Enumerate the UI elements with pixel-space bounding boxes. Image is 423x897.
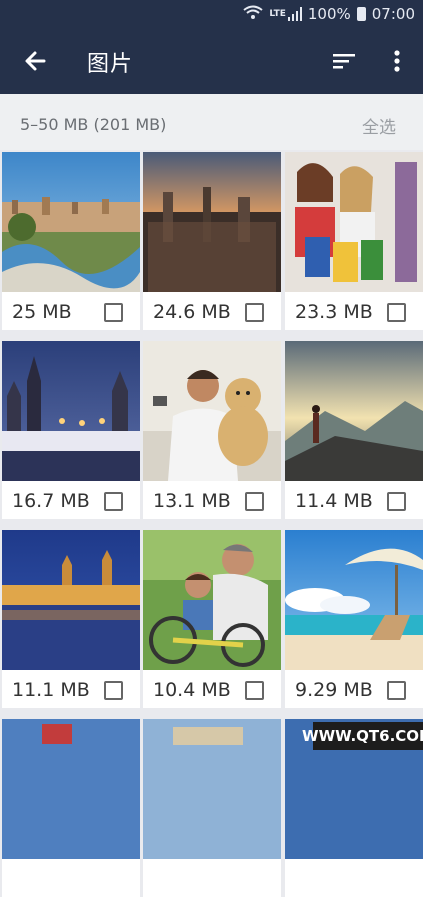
photo-size: 11.1 MB <box>12 679 90 701</box>
watermark: WWW.QT6.COM <box>302 722 423 750</box>
photo-size: 16.7 MB <box>12 490 90 512</box>
photo-tile[interactable]: 24.6 MB <box>143 152 281 330</box>
photo-tile[interactable]: 11.4 MB <box>285 341 423 519</box>
select-all-button[interactable]: 全选 <box>362 113 396 138</box>
photo-thumbnail-father-son-bike <box>143 530 281 670</box>
photo-checkbox[interactable] <box>245 303 264 322</box>
group-size-summary: 5–50 MB (201 MB) <box>20 115 167 134</box>
photo-size: 10.4 MB <box>153 679 231 701</box>
clock: 07:00 <box>371 5 415 23</box>
photo-checkbox[interactable] <box>104 303 123 322</box>
photo-checkbox[interactable] <box>387 681 406 700</box>
photo-thumbnail-partial <box>143 719 281 859</box>
more-options-button[interactable] <box>386 48 408 74</box>
photo-checkbox[interactable] <box>245 681 264 700</box>
sort-button[interactable] <box>331 48 357 74</box>
signal-icon <box>287 7 302 21</box>
more-vert-icon <box>394 50 400 72</box>
photo-size: 11.4 MB <box>295 490 373 512</box>
photo-thumbnail-man-with-dog <box>143 341 281 481</box>
photo-tile[interactable]: 9.29 MB <box>285 530 423 708</box>
wifi-icon <box>243 5 263 23</box>
photo-checkbox[interactable] <box>245 492 264 511</box>
photo-tile[interactable]: 11.1 MB <box>2 530 140 708</box>
battery-icon <box>356 7 366 21</box>
photo-grid: 25 MB 24.6 MB 23.3 MB 16.7 MB 13.1 MB 11… <box>0 150 423 897</box>
photo-checkbox[interactable] <box>387 303 406 322</box>
photo-size: 23.3 MB <box>295 301 373 323</box>
photo-thumbnail-prague-night <box>2 341 140 481</box>
photo-checkbox[interactable] <box>104 492 123 511</box>
network-type: LTE <box>269 9 286 19</box>
photo-size: 25 MB <box>12 301 72 323</box>
photo-checkbox[interactable] <box>387 492 406 511</box>
app-bar: 图片 <box>0 28 423 94</box>
status-bar: LTE 100% 07:00 <box>0 0 423 28</box>
photo-thumbnail-city-sunset <box>143 152 281 292</box>
photo-thumbnail-shopping-women <box>285 152 423 292</box>
photo-size: 13.1 MB <box>153 490 231 512</box>
photo-thumbnail-hiker-mountains <box>285 341 423 481</box>
photo-thumbnail-prague-river-night <box>2 530 140 670</box>
photo-tile[interactable] <box>143 719 281 897</box>
photo-thumbnail-partial <box>2 719 140 859</box>
photo-size: 9.29 MB <box>295 679 373 701</box>
back-arrow-icon <box>25 51 46 71</box>
photo-tile[interactable]: 10.4 MB <box>143 530 281 708</box>
photo-checkbox[interactable] <box>104 681 123 700</box>
page-title: 图片 <box>87 52 134 77</box>
photo-tile[interactable]: 23.3 MB <box>285 152 423 330</box>
back-button[interactable] <box>20 45 52 77</box>
photo-tile[interactable]: 13.1 MB <box>143 341 281 519</box>
photo-thumbnail-beach-umbrella <box>285 530 423 670</box>
photo-thumbnail-park-guell <box>2 152 140 292</box>
photo-size: 24.6 MB <box>153 301 231 323</box>
sort-icon <box>333 54 355 69</box>
group-header: 5–50 MB (201 MB) 全选 <box>0 94 423 150</box>
photo-tile[interactable]: 16.7 MB <box>2 341 140 519</box>
photo-tile[interactable]: 25 MB <box>2 152 140 330</box>
photo-tile[interactable] <box>2 719 140 897</box>
battery-percent: 100% <box>307 5 351 23</box>
